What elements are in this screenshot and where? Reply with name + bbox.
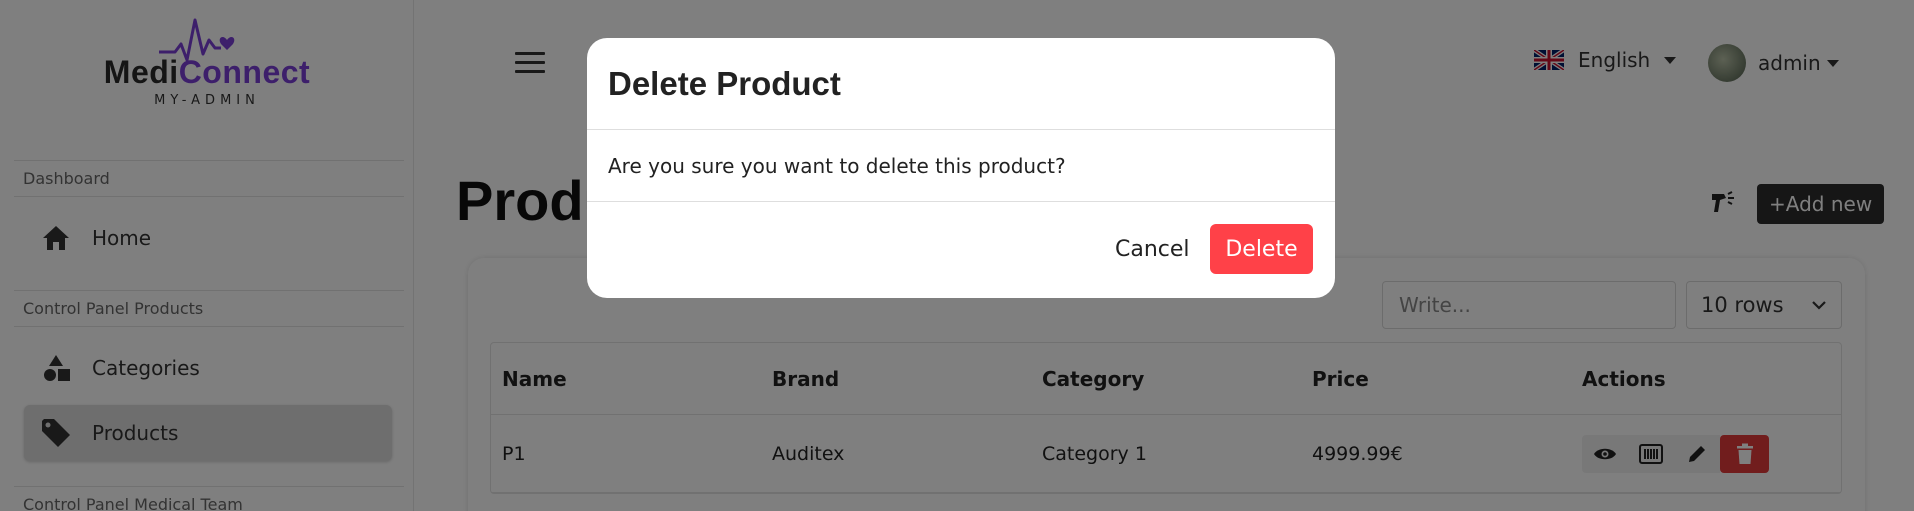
delete-product-dialog: Delete Product Are you sure you want to …: [587, 38, 1335, 298]
delete-button[interactable]: Delete: [1210, 224, 1313, 274]
dialog-message: Are you sure you want to delete this pro…: [587, 130, 1335, 202]
cancel-button[interactable]: Cancel: [1115, 224, 1190, 274]
dialog-footer: Cancel Delete: [587, 202, 1335, 298]
dialog-title: Delete Product: [608, 64, 841, 102]
dialog-header: Delete Product: [587, 38, 1335, 130]
